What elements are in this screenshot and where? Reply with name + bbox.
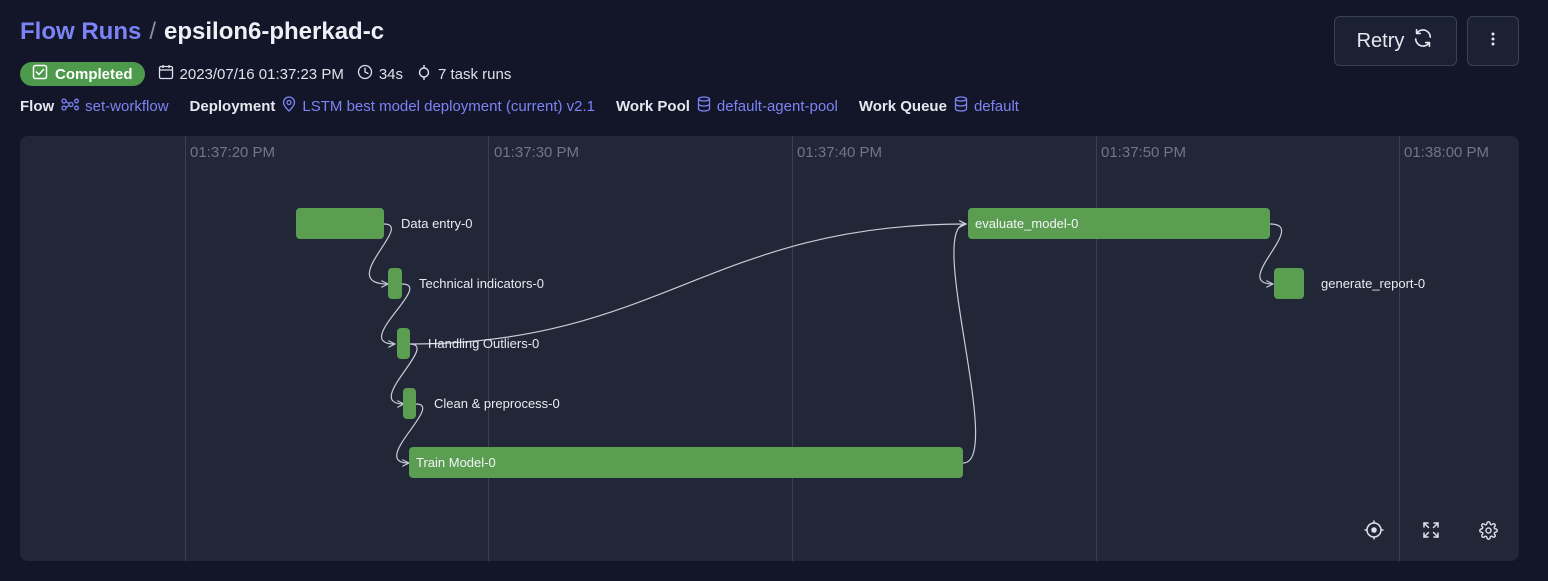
refresh-icon [1412, 27, 1434, 55]
task-bar-train-model[interactable]: Train Model-0 [409, 447, 963, 478]
database-icon [954, 96, 968, 116]
vertical-dots-icon [1490, 31, 1496, 52]
task-label: Train Model-0 [416, 455, 496, 470]
work-pool-link[interactable]: default-agent-pool [697, 96, 838, 116]
page-title: epsilon6-pherkad-c [164, 18, 385, 45]
more-options-button[interactable] [1467, 16, 1519, 66]
work-queue-label: Work Queue [858, 97, 947, 115]
check-square-icon [32, 64, 48, 84]
task-runs-value: 7 task runs [438, 65, 512, 83]
deployment-link-text: LSTM best model deployment (current) v2.… [302, 97, 596, 115]
work-queue-link-text: default [973, 97, 1019, 115]
deployment-link[interactable]: LSTM best model deployment (current) v2.… [282, 96, 595, 116]
run-meta-row: Completed 2023/07/16 01:37:23 PM 34s 7 t… [20, 62, 511, 86]
task-label[interactable]: Data entry-0 [401, 216, 473, 232]
task-run-icon [416, 64, 432, 84]
task-bar-handling-outliers[interactable] [397, 328, 410, 359]
run-info-row: Flow set-workflow Deployment LSTM best m… [20, 95, 1040, 117]
flow-link[interactable]: set-workflow [61, 97, 169, 115]
calendar-icon [158, 64, 174, 84]
settings-gear-icon[interactable] [1476, 518, 1500, 542]
work-pool-link-text: default-agent-pool [716, 97, 838, 115]
task-label[interactable]: Handling Outliers-0 [428, 336, 539, 352]
task-bar-generate-report[interactable] [1274, 268, 1304, 299]
database-icon [697, 96, 711, 116]
task-label[interactable]: Clean & preprocess-0 [434, 396, 560, 412]
status-label: Completed [55, 65, 133, 83]
breadcrumb-flow-runs-link[interactable]: Flow Runs [20, 18, 141, 46]
start-time-value: 2023/07/16 01:37:23 PM [179, 65, 344, 83]
clock-icon [357, 64, 373, 84]
retry-button[interactable]: Retry [1334, 16, 1457, 66]
task-runs-count: 7 task runs [416, 64, 511, 84]
breadcrumb-separator: / [149, 18, 156, 45]
task-bar-evaluate-model[interactable]: evaluate_model-0 [968, 208, 1270, 239]
dependency-edges [368, 136, 1283, 561]
work-queue-link[interactable]: default [954, 96, 1019, 116]
start-time: 2023/07/16 01:37:23 PM [158, 64, 344, 84]
fullscreen-icon[interactable] [1419, 518, 1443, 542]
duration-value: 34s [378, 65, 403, 83]
flow-label: Flow [20, 97, 55, 115]
crosshair-icon[interactable] [1362, 518, 1386, 542]
duration: 34s [357, 64, 403, 84]
task-bar-data-entry[interactable] [296, 208, 384, 239]
task-label[interactable]: generate_report-0 [1321, 276, 1425, 292]
flow-link-text: set-workflow [85, 97, 169, 115]
breadcrumb: Flow Runs / epsilon6-pherkad-c [20, 18, 384, 46]
flow-run-timeline[interactable]: 01:37:20 PM 01:37:30 PM 01:37:40 PM 01:3… [20, 136, 1519, 561]
location-pin-icon [282, 96, 296, 116]
status-badge: Completed [20, 62, 145, 86]
task-label: evaluate_model-0 [975, 216, 1079, 231]
retry-button-label: Retry [1356, 29, 1405, 52]
deployment-label: Deployment [189, 97, 276, 115]
task-bar-clean-preprocess[interactable] [403, 388, 416, 419]
flow-icon [61, 97, 80, 115]
task-label[interactable]: Technical indicators-0 [419, 276, 544, 292]
work-pool-label: Work Pool [616, 97, 690, 115]
task-bar-technical-indicators[interactable] [388, 268, 402, 299]
